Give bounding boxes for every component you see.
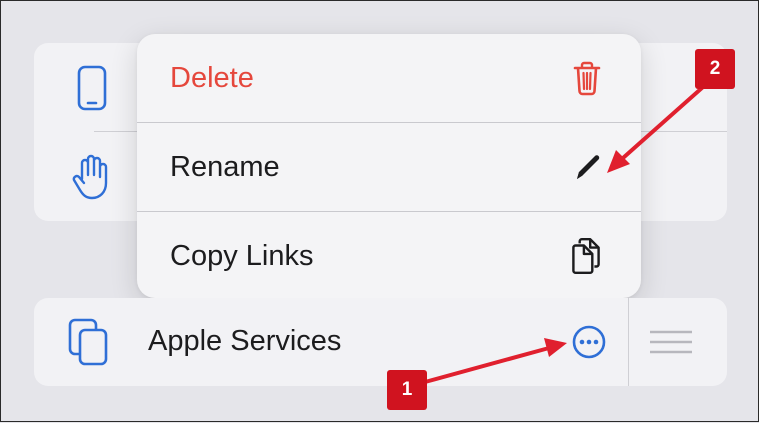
delete-menu-label: Delete: [170, 61, 254, 94]
apple-services-label: Apple Services: [148, 325, 342, 357]
rename-menu-label: Rename: [170, 150, 280, 183]
reorder-handle-icon[interactable]: [648, 328, 694, 356]
copy-links-menu-item[interactable]: Copy Links: [137, 212, 641, 298]
iphone-icon: [77, 65, 107, 111]
stacked-documents-icon: [68, 318, 108, 366]
delete-menu-item[interactable]: Delete: [137, 34, 641, 122]
row-divider: [628, 298, 629, 386]
ellipsis-circle-icon[interactable]: [571, 324, 607, 360]
pencil-icon: [577, 155, 600, 179]
annotation-badge-1: 1: [387, 370, 427, 410]
trash-icon: [573, 61, 601, 96]
rename-menu-item[interactable]: Rename: [137, 123, 641, 211]
hand-icon: [72, 154, 108, 200]
annotation-badge-2: 2: [695, 49, 735, 89]
copy-links-menu-label: Copy Links: [170, 239, 314, 272]
apple-services-row[interactable]: Apple Services: [34, 298, 727, 386]
context-menu: Delete Rename Copy Links: [137, 34, 641, 298]
copy-documents-icon: [572, 237, 600, 275]
